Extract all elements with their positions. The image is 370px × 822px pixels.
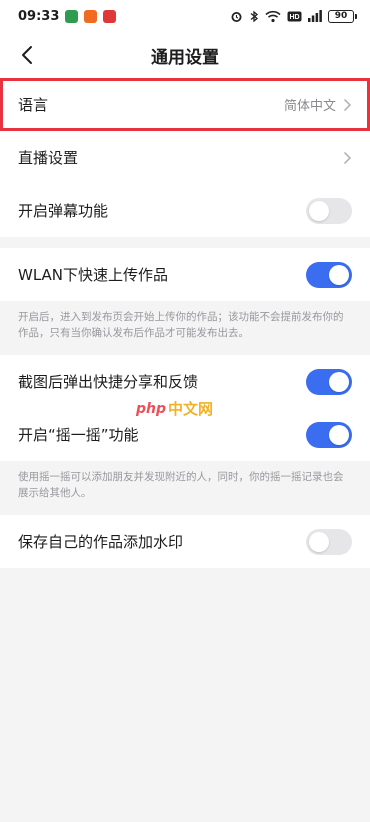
chevron-right-icon [342,151,352,165]
settings-group-upload: WLAN下快速上传作品 [0,248,370,301]
language-label: 语言 [18,96,49,114]
live-settings-row[interactable]: 直播设置 [0,131,370,184]
watermark-toggle[interactable] [306,528,352,555]
battery-indicator: 90 [328,9,357,23]
page-title: 通用设置 [151,47,219,68]
section-divider [0,237,370,248]
danmaku-label: 开启弹幕功能 [18,202,109,220]
bluetooth-icon [249,10,259,23]
language-value: 简体中文 [283,99,336,114]
live-settings-label: 直播设置 [18,149,79,167]
settings-group-watermark: 保存自己的作品添加水印 [0,515,370,568]
watermark-row: 保存自己的作品添加水印 [0,515,370,568]
shake-note: 使用摇一摇可以添加朋友并发现附近的人，同时，你的摇一摇记录也会展示给其他人。 [0,461,370,511]
screenshot-share-toggle[interactable] [306,368,352,395]
toggle-knob [329,371,349,392]
toggle-knob [329,264,349,285]
wlan-upload-toggle[interactable] [306,261,352,288]
nav-bar: 通用设置 [0,32,370,78]
shake-label: 开启“摇一摇”功能 [18,426,139,444]
back-arrow-icon [22,46,32,64]
screenshot-share-row: 截图后弹出快捷分享和反馈 [0,355,370,408]
status-time: 09:33 [18,8,60,24]
danmaku-toggle[interactable] [306,197,352,224]
svg-text:HD: HD [289,14,299,21]
back-button[interactable] [14,42,40,68]
app-notification-icon [84,9,98,23]
wlan-upload-note: 开启后，进入到发布页会开始上传你的作品；该功能不会提前发布你的作品，只有当你确认… [0,301,370,351]
shake-toggle[interactable] [306,421,352,448]
alarm-icon [230,10,243,23]
toggle-knob [309,531,329,552]
status-bar: 09:33 HD 90 [0,0,370,32]
chevron-right-icon [342,98,352,112]
watermark-label: 保存自己的作品添加水印 [18,533,184,551]
hd-icon: HD [287,11,302,22]
signal-icon [308,10,322,22]
language-row[interactable]: 语言 简体中文 [0,78,370,131]
battery-level: 90 [334,11,348,21]
shake-row: 开启“摇一摇”功能 [0,408,370,461]
app-notification-icon [65,9,79,23]
toggle-knob [309,200,329,221]
danmaku-row: 开启弹幕功能 [0,184,370,237]
settings-group-general: 语言 简体中文 直播设置 开启弹幕功能 [0,78,370,237]
settings-group-share: 截图后弹出快捷分享和反馈 开启“摇一摇”功能 [0,355,370,461]
wlan-upload-label: WLAN下快速上传作品 [18,266,169,284]
wlan-upload-row: WLAN下快速上传作品 [0,248,370,301]
app-notification-icon [103,9,117,23]
screenshot-share-label: 截图后弹出快捷分享和反馈 [18,373,199,391]
toggle-knob [329,424,349,445]
wifi-icon [265,10,281,23]
